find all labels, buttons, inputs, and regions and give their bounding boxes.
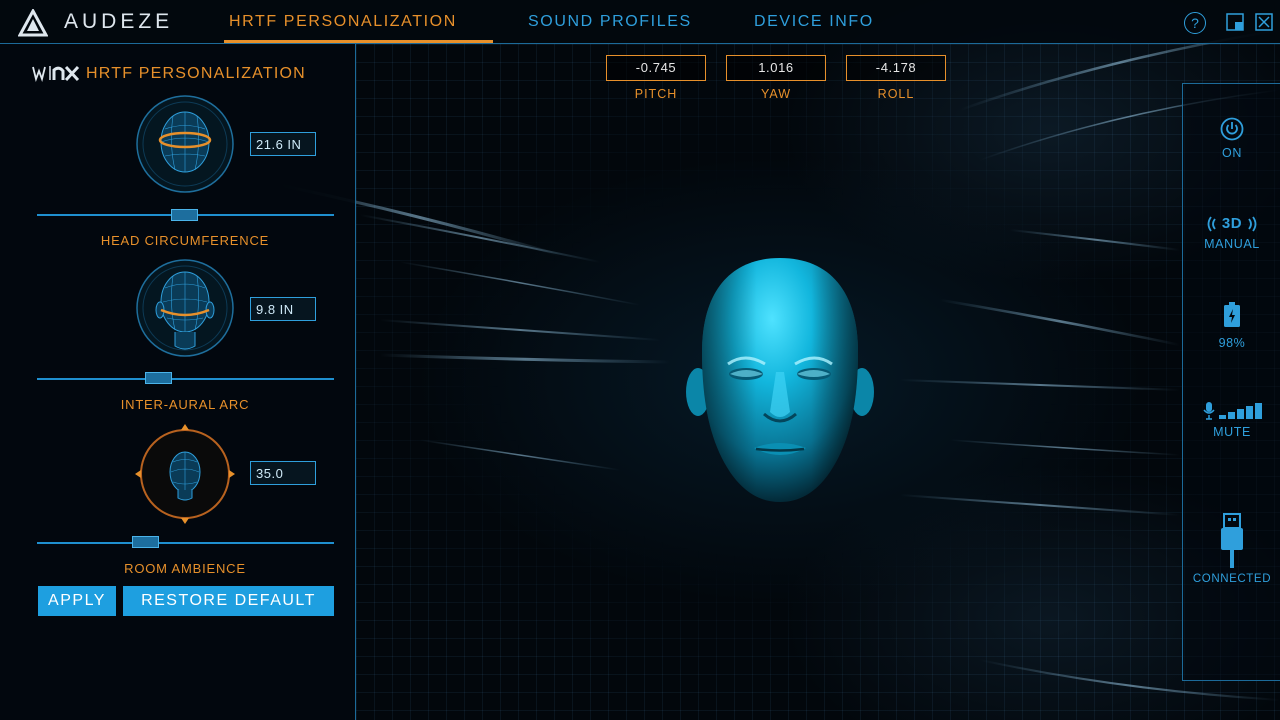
panel-title: HRTF PERSONALIZATION	[86, 65, 306, 82]
roll-value: -4.178	[846, 55, 946, 81]
active-tab-indicator	[224, 40, 493, 43]
yaw-value: 1.016	[726, 55, 826, 81]
room-ambience-label: ROOM AMBIENCE	[124, 561, 246, 576]
yaw-label: YAW	[760, 87, 792, 101]
inter-aural-arc-value[interactable]: 9.8 IN	[250, 297, 316, 321]
pitch-label: PITCH	[634, 87, 678, 101]
hrtf-settings-panel: HRTF PERSONALIZATION 21.6 IN HEAD CIRCUM…	[0, 44, 356, 720]
power-icon[interactable]	[1220, 117, 1244, 141]
inter-aural-arc-slider-thumb[interactable]	[145, 372, 172, 384]
top-navigation-bar: AUDEZE HRTF PERSONALIZATION SOUND PROFIL…	[0, 0, 1280, 44]
roll-label: ROLL	[877, 87, 915, 101]
audeze-logo-icon	[18, 9, 48, 37]
usb-icon	[1221, 513, 1243, 568]
head-circumference-icon	[136, 95, 234, 193]
brand-name: AUDEZE	[64, 10, 174, 33]
mic-level-icon[interactable]	[1201, 400, 1263, 420]
battery-icon	[1224, 302, 1240, 327]
tab-hrtf-personalization[interactable]: HRTF PERSONALIZATION	[229, 13, 457, 31]
device-status-panel: ON 3D MANUAL 98% MUTE CONNECTED	[1182, 83, 1280, 681]
room-ambience-slider-thumb[interactable]	[132, 536, 159, 548]
minimize-icon[interactable]	[1226, 13, 1244, 31]
power-status-label: ON	[1222, 146, 1242, 160]
3d-badge: 3D	[1221, 215, 1243, 232]
room-ambience-value[interactable]: 35.0	[250, 461, 316, 485]
battery-level-label: 98%	[1218, 336, 1246, 350]
inter-aural-arc-icon	[136, 259, 234, 357]
mode-status-label: MANUAL	[1204, 237, 1260, 251]
tab-device-info[interactable]: DEVICE INFO	[754, 13, 874, 31]
head-circumference-slider-thumb[interactable]	[171, 209, 198, 221]
restore-default-button[interactable]: RESTORE DEFAULT	[123, 586, 334, 616]
inter-aural-arc-slider-track[interactable]	[37, 378, 334, 380]
room-ambience-icon	[135, 424, 235, 524]
head-circumference-value[interactable]: 21.6 IN	[250, 132, 316, 156]
mic-status-label: MUTE	[1213, 425, 1251, 439]
3d-head-model	[686, 258, 874, 502]
help-button[interactable]: ?	[1184, 12, 1206, 34]
connection-status-label: CONNECTED	[1192, 573, 1272, 585]
tab-sound-profiles[interactable]: SOUND PROFILES	[528, 13, 692, 31]
room-ambience-slider-track[interactable]	[37, 542, 334, 544]
pitch-value: -0.745	[606, 55, 706, 81]
inter-aural-arc-label: INTER-AURAL ARC	[120, 397, 250, 412]
close-icon[interactable]	[1255, 13, 1273, 31]
apply-button[interactable]: APPLY	[38, 586, 116, 616]
head-circumference-label: HEAD CIRCUMFERENCE	[100, 233, 270, 248]
waves-nx-logo-icon	[32, 65, 80, 82]
